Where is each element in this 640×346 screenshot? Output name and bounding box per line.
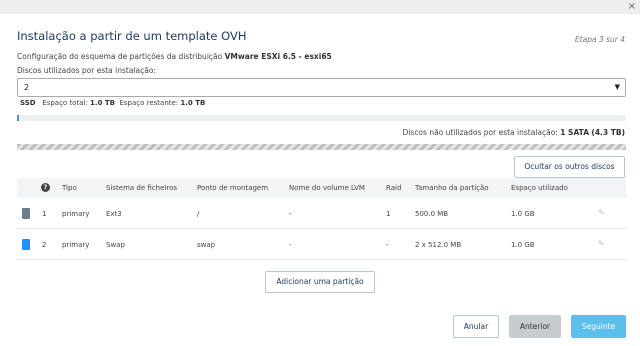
remaining-space-label: Espaço restante: [119, 99, 179, 107]
total-space-label: Espaço total: [42, 99, 88, 107]
disks-select-value: 2 [24, 83, 30, 92]
col-filesystem: Sistema de ficheiros [106, 184, 177, 192]
step-indicator: Etapa 3 sur 4 [574, 35, 625, 44]
next-button[interactable]: Seguinte [571, 315, 626, 338]
hide-other-disks-button[interactable]: Ocultar os outros discos [514, 156, 625, 178]
disk-usage-fill [17, 115, 19, 121]
row-type: primary [62, 241, 90, 249]
remaining-space-value: 1.0 TB [180, 99, 206, 107]
row-used-space: 1.0 GB [511, 210, 535, 218]
row-lvm-name: - [289, 210, 292, 218]
row-filesystem: Swap [106, 241, 125, 249]
col-used-space: Espaço utilizado [511, 184, 568, 192]
row-used-space: 1.0 GB [511, 241, 535, 249]
unused-disks-size: (4.3 TB) [591, 128, 625, 137]
question-circle-icon[interactable]: ? [41, 183, 50, 192]
disks-used-label: Discos utilizados por esta instalação: [17, 66, 156, 75]
disk-type: SSD [20, 99, 36, 107]
pencil-icon[interactable]: ✎ [598, 208, 605, 217]
unused-disks-label: Discos não utilizados por esta instalaçã… [402, 128, 558, 137]
col-raid: Raid [386, 184, 402, 192]
modal-top-bar: × [0, 0, 640, 14]
partition-color-swatch [22, 239, 30, 250]
distribution-name: VMware ESXi 6.5 - esxi65 [224, 52, 332, 61]
row-partition-size: 500.0 MB [415, 210, 449, 218]
row-lvm-name: - [289, 241, 292, 249]
partition-table-header: ? Tipo Sistema de ficheiros Ponto de mon… [17, 178, 626, 198]
modal-title: Instalação a partir de um template OVH [17, 29, 247, 43]
row-raid: 1 [386, 210, 391, 218]
disk-space-info: SSD Espaço total: 1.0 TB Espaço restante… [20, 99, 205, 107]
previous-button[interactable]: Anterior [509, 315, 561, 338]
config-prefix: Configuração do esquema de partições da … [17, 52, 225, 61]
unused-disks-bar [17, 144, 626, 150]
unused-disks-info: Discos não utilizados por esta instalaçã… [403, 128, 625, 137]
row-raid: - [386, 241, 389, 249]
pencil-icon[interactable]: ✎ [598, 239, 605, 248]
disks-select[interactable]: 2 ▼ [17, 78, 626, 97]
caret-down-icon: ▼ [614, 83, 620, 91]
cancel-button[interactable]: Anular [453, 315, 499, 338]
partition-config-text: Configuração do esquema de partições da … [17, 52, 332, 61]
row-index: 2 [42, 241, 47, 249]
close-icon[interactable]: × [628, 1, 636, 13]
unused-disks-count: 1 SATA [560, 128, 590, 137]
col-lvm-name: Nome do volume LVM [289, 184, 365, 192]
table-row: 1 primary Ext3 / - 1 500.0 MB 1.0 GB ✎ [17, 198, 626, 229]
col-type: Tipo [62, 184, 77, 192]
table-row: 2 primary Swap swap - - 2 x 512.0 MB 1.0… [17, 229, 626, 260]
add-partition-button[interactable]: Adicionar uma partição [265, 271, 375, 293]
row-partition-size: 2 x 512.0 MB [415, 241, 462, 249]
total-space-value: 1.0 TB [90, 99, 115, 107]
disk-usage-bar [17, 115, 626, 121]
row-mountpoint: swap [197, 241, 216, 249]
partition-color-swatch [22, 208, 30, 219]
col-partition-size: Tamanho da partição [415, 184, 489, 192]
row-type: primary [62, 210, 90, 218]
row-filesystem: Ext3 [106, 210, 122, 218]
col-mountpoint: Ponto de montagem [197, 184, 269, 192]
row-mountpoint: / [197, 210, 200, 218]
row-index: 1 [42, 210, 47, 218]
